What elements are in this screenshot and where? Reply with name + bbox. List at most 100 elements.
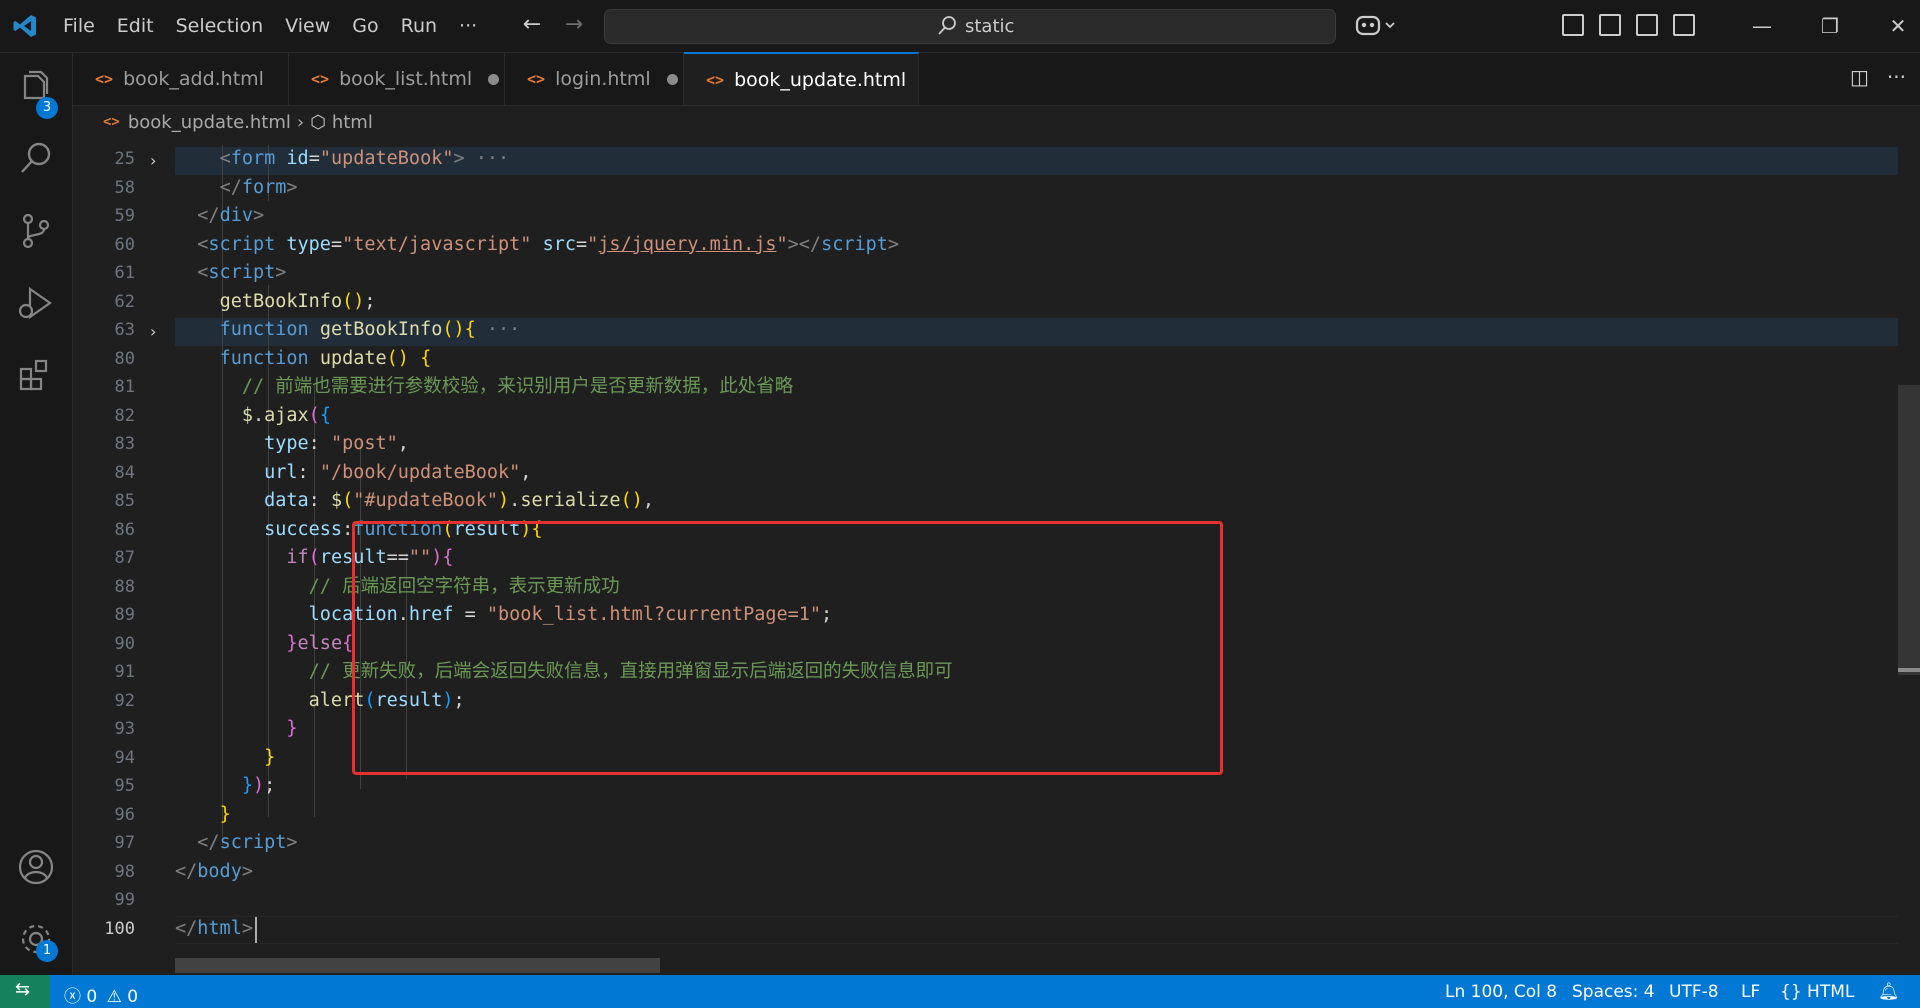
line-number: 91 (114, 662, 135, 682)
tab-login[interactable]: <> login.html (505, 53, 684, 105)
toggle-secondary-sidebar-icon[interactable] (1673, 14, 1695, 36)
line-number: 61 (114, 263, 135, 283)
command-center-label: static (965, 16, 1015, 37)
split-editor-icon[interactable]: ◫ (1850, 65, 1869, 89)
menu-go[interactable]: Go (341, 15, 389, 37)
unsaved-dot-icon[interactable] (666, 73, 678, 85)
line-number: 81 (114, 377, 135, 397)
activity-bar: 3 1 (0, 53, 73, 975)
html-file-icon: <> (103, 114, 120, 130)
copilot-icon[interactable] (1354, 12, 1398, 40)
line-number: 100 (104, 918, 135, 939)
run-debug-icon[interactable] (16, 283, 56, 323)
code-line: </form> (219, 176, 298, 198)
fold-chevron-right-icon[interactable]: › (150, 147, 156, 175)
encoding[interactable]: UTF-8 (1669, 982, 1719, 1002)
code-line: function getBookInfo(){ ··· (219, 319, 521, 340)
breadcrumb-symbol[interactable]: html (332, 112, 373, 133)
code-line: $.ajax({ (241, 404, 331, 426)
breadcrumb-file[interactable]: book_update.html (128, 112, 291, 133)
html-file-icon: <> (311, 70, 330, 88)
breadcrumb: <> book_update.html › ⬡ html (73, 106, 373, 138)
line-number: 92 (114, 690, 135, 711)
tab-book-update[interactable]: <> book_update.html (684, 52, 919, 105)
code-line: </body> (175, 860, 253, 882)
code-line: <script> (197, 262, 287, 283)
line-number: 88 (114, 576, 135, 597)
notifications-bell-icon[interactable]: 🔔︎ (1878, 982, 1900, 1002)
line-number: 93 (114, 719, 135, 739)
status-bar: ⇆ ⓧ 0 ⚠ 0 Ln 100, Col 8 Spaces: 4 UTF-8 … (0, 975, 1920, 1008)
menu-selection[interactable]: Selection (165, 15, 275, 37)
menu-more[interactable]: ··· (448, 15, 488, 37)
code-line: function update() { (219, 347, 432, 369)
more-actions-icon[interactable]: ··· (1887, 65, 1906, 89)
menu-file[interactable]: File (52, 15, 106, 37)
back-arrow-icon[interactable]: ← (518, 12, 546, 37)
indentation[interactable]: Spaces: 4 (1572, 982, 1655, 1002)
code-line: }else{ (286, 632, 354, 654)
search-icon[interactable] (16, 139, 56, 179)
menu-run[interactable]: Run (390, 15, 448, 37)
toggle-primary-sidebar-icon[interactable] (1599, 14, 1621, 36)
error-count: 0 (86, 987, 98, 1007)
settings-badge: 1 (36, 940, 58, 962)
line-number: 85 (114, 491, 135, 511)
line-number: 83 (114, 434, 135, 454)
accounts-icon[interactable] (16, 847, 56, 887)
problems-indicator[interactable]: ⓧ 0 ⚠ 0 (64, 982, 138, 1007)
line-number: 60 (114, 234, 135, 255)
symbol-icon: ⬡ (310, 111, 326, 133)
line-number: 99 (114, 890, 135, 910)
code-line: getBookInfo(); (219, 290, 376, 312)
horizontal-scrollbar[interactable] (175, 958, 660, 973)
forward-arrow-icon[interactable]: → (560, 12, 588, 37)
extensions-icon[interactable] (16, 355, 56, 395)
current-line-highlight (175, 916, 1898, 944)
source-control-icon[interactable] (16, 211, 56, 251)
line-number: 84 (114, 462, 135, 483)
layout-controls (1562, 14, 1695, 36)
minimize-icon[interactable]: — (1728, 14, 1796, 38)
nav-arrows: ← → (518, 12, 588, 37)
menu-view[interactable]: View (274, 15, 341, 37)
search-icon (938, 16, 956, 35)
error-icon: ⓧ (64, 987, 81, 1007)
code-line: }); (241, 775, 276, 796)
restore-icon[interactable]: ❐ (1796, 14, 1864, 38)
line-number: 86 (114, 519, 135, 540)
breadcrumb-separator-icon: › (296, 111, 305, 133)
unsaved-dot-icon[interactable] (488, 73, 500, 85)
vertical-scrollbar[interactable] (1898, 385, 1920, 675)
explorer-badge: 3 (36, 97, 58, 119)
line-number: 94 (114, 747, 135, 768)
remote-indicator[interactable]: ⇆ (0, 975, 50, 1008)
cursor-position[interactable]: Ln 100, Col 8 (1445, 982, 1557, 1002)
window-controls: — ❐ ✕ (1728, 0, 1920, 52)
language-label: HTML (1807, 982, 1855, 1002)
language-mode[interactable]: {} HTML (1780, 982, 1854, 1002)
line-ending[interactable]: LF (1741, 982, 1760, 1002)
html-file-icon: <> (95, 70, 114, 88)
close-icon[interactable]: ✕ (1864, 14, 1920, 38)
line-number: 62 (114, 291, 135, 312)
fold-chevron-right-icon[interactable]: › (150, 318, 156, 346)
tab-book-add[interactable]: <> book_add.html (73, 53, 289, 105)
menu-edit[interactable]: Edit (106, 15, 165, 37)
highlight-annotation-box (352, 521, 1223, 775)
html-file-icon: <> (706, 70, 725, 89)
customize-layout-icon[interactable] (1562, 14, 1584, 36)
code-line: </div> (197, 205, 265, 226)
code-line: type: "post", (264, 433, 409, 454)
code-line: } (286, 718, 298, 739)
command-center-search[interactable]: static (604, 9, 1336, 44)
line-number: 63 (114, 320, 135, 340)
html-file-icon: <> (527, 70, 546, 88)
line-number: 90 (114, 633, 135, 654)
code-line: <script type="text/javascript" src="js/j… (197, 233, 900, 255)
line-number: 58 (114, 177, 135, 198)
toggle-panel-icon[interactable] (1636, 14, 1658, 36)
tab-book-list[interactable]: <> book_list.html (289, 53, 505, 105)
code-line: } (219, 803, 231, 825)
vscode-logo-icon[interactable] (12, 13, 38, 39)
